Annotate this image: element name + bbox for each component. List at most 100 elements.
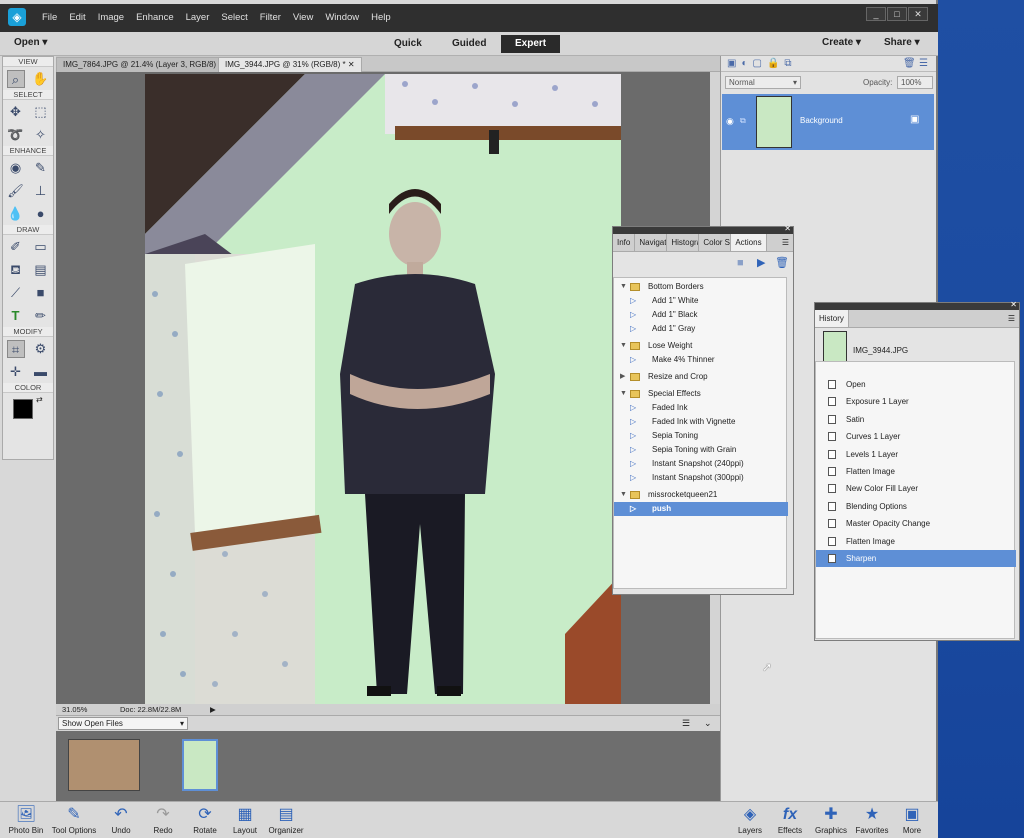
trash-icon[interactable]: 🗑 <box>775 256 789 269</box>
tab-document[interactable]: IMG_3944.JPG @ 31% (RGB/8) * ✕ <box>218 57 362 72</box>
history-item[interactable]: Exposure 1 Layer <box>816 393 1016 410</box>
panel-menu-icon[interactable]: ☰ <box>782 234 793 251</box>
bin-thumbnail[interactable] <box>68 739 140 791</box>
tab-histogra[interactable]: Histogra <box>667 234 700 251</box>
menu-filter[interactable]: Filter <box>254 4 287 32</box>
mask-icon[interactable]: ▢ <box>753 58 767 69</box>
action-item[interactable]: ▷ Add 1" Gray <box>614 322 788 336</box>
smart-brush-icon[interactable]: 🖌 <box>7 182 25 200</box>
history-item[interactable]: Satin <box>816 411 1016 428</box>
maximize-button[interactable]: □ <box>887 7 907 21</box>
open-button[interactable]: Open ▾ <box>14 37 47 48</box>
magic-wand-icon[interactable]: ✧ <box>32 126 50 144</box>
panel-titlebar[interactable]: ✕ <box>613 224 793 234</box>
menu-enhance[interactable]: Enhance <box>130 4 180 32</box>
action-item[interactable]: ▷ Faded Ink with Vignette <box>614 415 788 429</box>
menu-help[interactable]: Help <box>365 4 397 32</box>
history-item[interactable]: Master Opacity Change <box>816 515 1016 532</box>
close-button[interactable]: ✕ <box>908 7 928 21</box>
bin-thumbnail-selected[interactable] <box>182 739 218 791</box>
brush-tool-icon[interactable]: ✐ <box>7 238 25 256</box>
create-button[interactable]: Create ▾ <box>822 37 861 48</box>
action-item[interactable]: ▷ Faded Ink <box>614 401 788 415</box>
opacity-field[interactable]: 100% <box>897 76 933 89</box>
expand-arrow-icon[interactable]: ▼ <box>620 280 627 294</box>
eraser-tool-icon[interactable]: ▭ <box>32 238 50 256</box>
history-item[interactable]: Flatten Image <box>816 463 1016 480</box>
shape-tool-icon[interactable]: ■ <box>32 284 50 302</box>
document-image[interactable] <box>145 74 621 704</box>
zoom-tool-icon[interactable]: ⌕ <box>6 69 25 88</box>
layer-name[interactable]: Background <box>800 116 843 125</box>
paint-bucket-icon[interactable]: ⛾ <box>7 261 25 279</box>
mode-expert[interactable]: Expert <box>501 35 561 53</box>
clone-stamp-icon[interactable]: ⊥ <box>32 182 50 200</box>
action-group[interactable]: ▶ Resize and Crop <box>614 370 788 384</box>
history-item[interactable]: Curves 1 Layer <box>816 428 1016 445</box>
mode-quick[interactable]: Quick <box>380 35 436 53</box>
type-tool-icon[interactable]: T <box>7 307 25 325</box>
history-item[interactable]: Sharpen <box>816 550 1016 567</box>
close-icon[interactable]: ✕ <box>348 60 355 69</box>
history-item[interactable]: Levels 1 Layer <box>816 446 1016 463</box>
bin-options-icon[interactable]: ☰ <box>682 718 690 729</box>
history-item[interactable]: Flatten Image <box>816 533 1016 550</box>
organizer-button[interactable]: ▤ Organizer <box>260 804 312 835</box>
tool-options-button[interactable]: ✎ Tool Options <box>48 804 100 835</box>
tab-navigat[interactable]: Navigat <box>635 234 668 251</box>
gradient-tool-icon[interactable]: ▤ <box>32 261 50 279</box>
layer-row[interactable]: ◉ ⧉ Background ▣ <box>722 94 934 150</box>
move-tool-icon[interactable]: ✥ <box>7 103 25 121</box>
tab-actions[interactable]: Actions <box>731 234 767 251</box>
menu-window[interactable]: Window <box>319 4 365 32</box>
content-aware-move-icon[interactable]: ✛ <box>7 363 25 381</box>
action-item[interactable]: ▷ Instant Snapshot (300ppi) <box>614 471 788 485</box>
straighten-tool-icon[interactable]: ▬ <box>32 363 50 381</box>
eyedropper-icon[interactable]: ⟋ <box>7 284 25 302</box>
spot-healing-icon[interactable]: ✎ <box>32 159 50 177</box>
panel-titlebar[interactable]: ✕ <box>815 300 1019 310</box>
tab-info[interactable]: Info <box>613 234 636 251</box>
panel-menu-icon[interactable]: ☰ <box>1008 310 1019 327</box>
tab-document[interactable]: IMG_7864.JPG @ 21.4% (Layer 3, RGB/8) * … <box>56 57 238 72</box>
action-group[interactable]: ▼ Lose Weight <box>614 339 788 353</box>
action-group[interactable]: ▼ missrocketqueen21 <box>614 488 788 502</box>
status-menu-arrow-icon[interactable]: ▶ <box>210 704 216 715</box>
link-layer-icon[interactable]: ⧉ <box>740 116 746 126</box>
expand-arrow-icon[interactable]: ▼ <box>620 387 627 401</box>
menu-file[interactable]: File <box>36 4 63 32</box>
tab-history[interactable]: History <box>815 310 849 327</box>
close-icon[interactable]: ✕ <box>1010 300 1017 309</box>
link-icon[interactable]: ⧉ <box>784 58 796 69</box>
swap-colors-icon[interactable]: ⇄ <box>36 395 43 404</box>
action-item[interactable]: ▷ Make 4% Thinner <box>614 353 788 367</box>
play-icon[interactable]: ▶ <box>757 256 765 269</box>
action-item[interactable]: ▷ Add 1" White <box>614 294 788 308</box>
lasso-tool-icon[interactable]: ➰ <box>7 126 25 144</box>
expand-arrow-icon[interactable]: ▼ <box>620 339 627 353</box>
visibility-eye-icon[interactable]: ◉ <box>726 116 734 127</box>
tab-color-sv[interactable]: Color Sv <box>699 234 732 251</box>
action-group[interactable]: ▼ Bottom Borders <box>614 280 788 294</box>
sponge-tool-icon[interactable]: ● <box>32 205 50 223</box>
menu-edit[interactable]: Edit <box>63 4 91 32</box>
action-item[interactable]: ▷ push <box>614 502 788 516</box>
blend-mode-select[interactable]: Normal ▾ <box>725 76 801 89</box>
pencil-tool-icon[interactable]: ✏ <box>32 307 50 325</box>
menu-image[interactable]: Image <box>92 4 130 32</box>
action-item[interactable]: ▷ Instant Snapshot (240ppi) <box>614 457 788 471</box>
close-icon[interactable]: ✕ <box>784 224 791 233</box>
foreground-color-swatch[interactable] <box>13 399 33 419</box>
crop-tool-icon[interactable]: ⌗ <box>6 339 25 358</box>
history-item[interactable]: Open <box>816 376 1016 393</box>
collapse-bin-icon[interactable]: ⌄ <box>704 718 712 729</box>
expand-arrow-icon[interactable]: ▶ <box>620 370 625 384</box>
zoom-level[interactable]: 31.05% <box>62 704 87 715</box>
menu-view[interactable]: View <box>287 4 319 32</box>
history-item[interactable]: Blending Options <box>816 498 1016 515</box>
recompose-tool-icon[interactable]: ⚙ <box>32 340 50 358</box>
action-item[interactable]: ▷ Add 1" Black <box>614 308 788 322</box>
red-eye-tool-icon[interactable]: ◉ <box>7 159 25 177</box>
minimize-button[interactable]: _ <box>866 7 886 21</box>
hand-tool-icon[interactable]: ✋ <box>32 70 50 88</box>
